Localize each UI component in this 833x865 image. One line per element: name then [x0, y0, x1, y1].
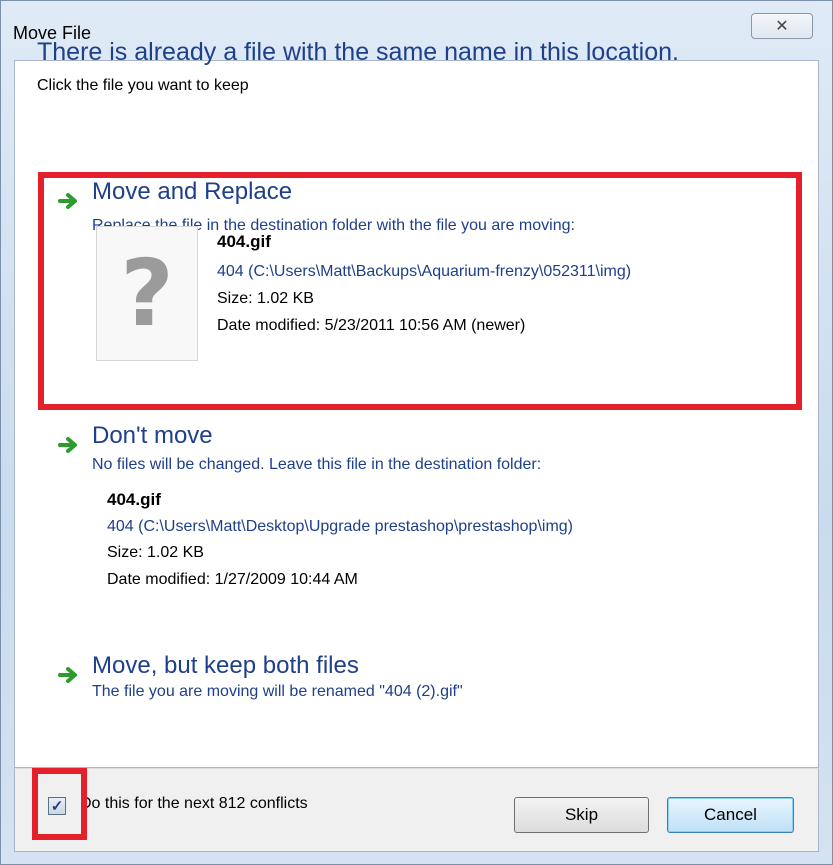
highlight-box-replace	[38, 172, 802, 410]
option-description: No files will be changed. Leave this fil…	[92, 456, 542, 473]
option-title: Move, but keep both files	[92, 652, 359, 679]
green-arrow-icon	[58, 437, 77, 453]
close-icon: ✕	[775, 18, 789, 35]
green-arrow-icon	[58, 667, 77, 683]
highlight-box-checkbox	[32, 768, 87, 840]
keep-both-option[interactable]: Move, but keep both files The file you a…	[40, 652, 800, 718]
dont-move-file-date: Date modified: 1/27/2009 10:44 AM	[107, 571, 358, 588]
skip-button[interactable]: Skip	[514, 797, 649, 833]
dont-move-file-name: 404.gif	[107, 490, 161, 509]
option-title: Don't move	[92, 422, 213, 449]
dont-move-file-path: 404 (C:\Users\Matt\Desktop\Upgrade prest…	[107, 518, 573, 535]
close-button[interactable]: ✕	[751, 13, 813, 39]
dialog-subheading: Click the file you want to keep	[37, 77, 249, 94]
dont-move-file-size: Size: 1.02 KB	[107, 544, 204, 561]
apply-to-all-label: Do this for the next 812 conflicts	[80, 795, 308, 812]
option-description: The file you are moving will be renamed …	[92, 683, 463, 700]
cancel-button[interactable]: Cancel	[667, 797, 794, 833]
dialog-heading: There is already a file with the same na…	[37, 38, 679, 66]
